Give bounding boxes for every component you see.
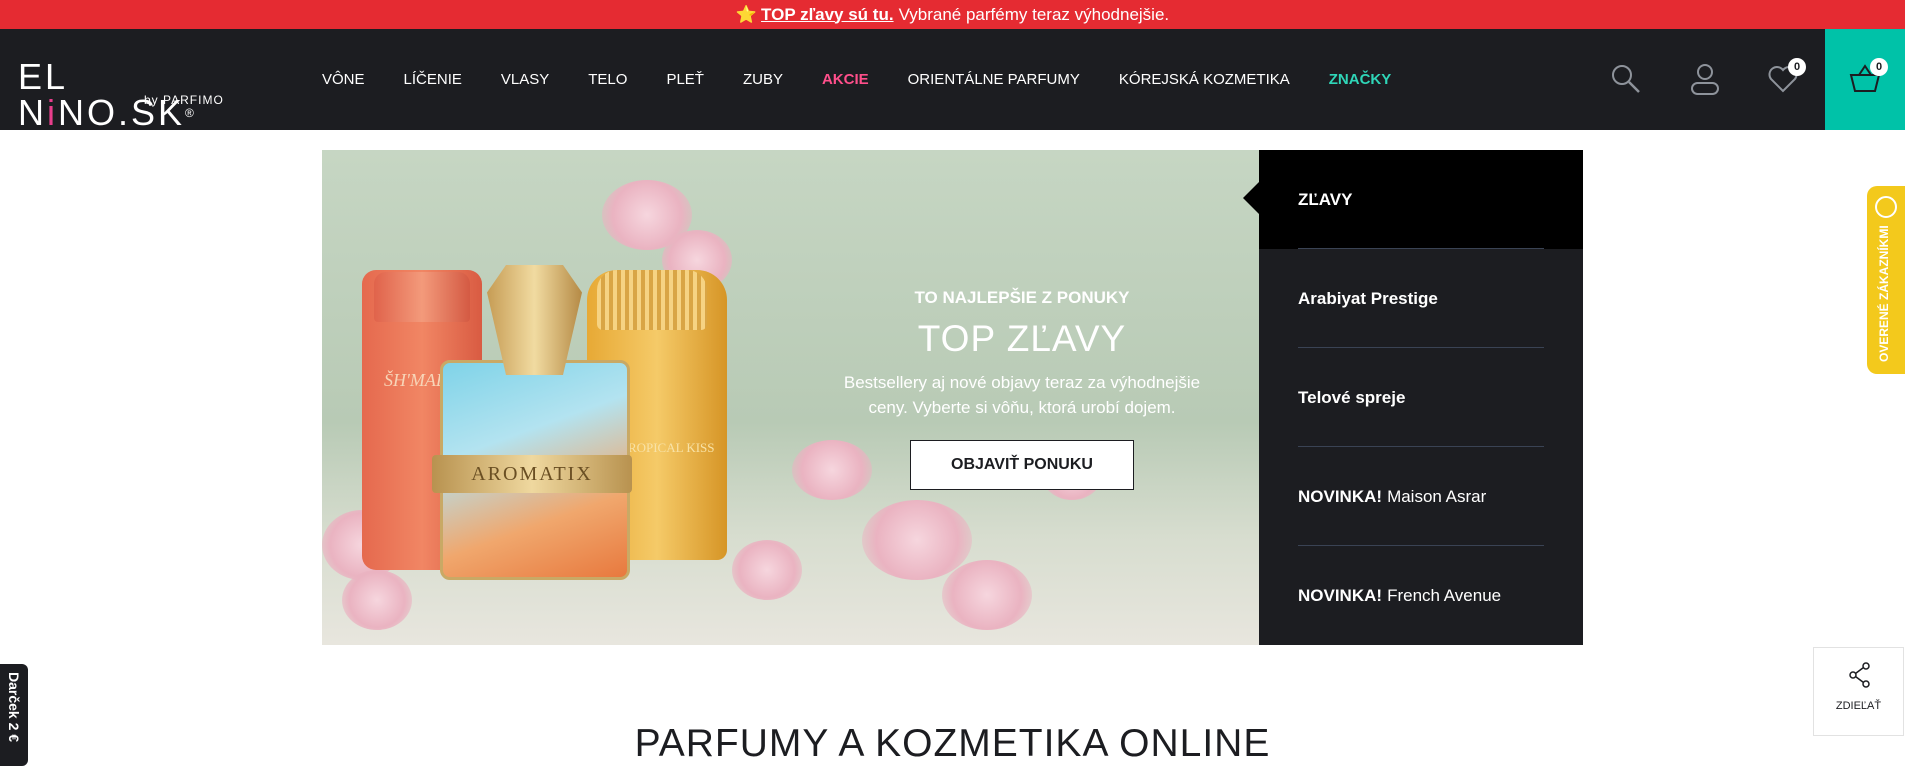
wishlist-icon[interactable]: 0 <box>1766 58 1806 96</box>
blossom-decoration <box>942 560 1032 630</box>
verified-seal-icon <box>1875 196 1897 218</box>
gold-bottle-label: TROPICAL KISS <box>620 440 715 455</box>
coral-bottle-cap <box>374 272 470 322</box>
nav-item-telo[interactable]: TELO <box>588 71 627 88</box>
hero-menu-prefix: NOVINKA! <box>1298 585 1383 605</box>
cart-button[interactable]: 0 <box>1825 29 1905 130</box>
aromatix-bottle-cap <box>487 265 582 375</box>
hero-menu-label: French Avenue <box>1387 585 1502 605</box>
hero-menu-item-arabiyat-prestige[interactable]: Arabiyat Prestige <box>1259 249 1583 348</box>
promo-bar: ⭐ TOP zľavy sú tu. Vybrané parfémy teraz… <box>0 0 1905 29</box>
share-label: ZDIEĽAŤ <box>1835 700 1882 712</box>
blossom-decoration <box>862 500 972 580</box>
verified-label: OVERENÉ ZÁKAZNÍKMI <box>1877 225 1891 363</box>
verified-customers-tab[interactable]: OVERENÉ ZÁKAZNÍKMI <box>1867 186 1905 374</box>
promo-link[interactable]: TOP zľavy sú tu. <box>761 5 894 25</box>
hero-description: Bestsellery aj nové objavy teraz za výho… <box>843 373 1201 417</box>
hero-menu-label: ZĽAVY <box>1298 189 1353 209</box>
nav-item-vlasy[interactable]: VLASY <box>501 71 549 88</box>
blossom-decoration <box>342 570 412 630</box>
gold-bottle-cap <box>597 270 707 330</box>
promo-text: Vybrané parfémy teraz výhodnejšie. <box>898 4 1170 24</box>
hero-menu-label: Arabiyat Prestige <box>1298 288 1438 308</box>
hero-menu: ZĽAVY Arabiyat Prestige Telové spreje NO… <box>1243 150 1583 645</box>
star-icon: ⭐ <box>735 4 758 24</box>
logo-registered: ® <box>185 106 197 120</box>
basket-icon: 0 <box>1848 58 1888 96</box>
account-icon[interactable] <box>1688 62 1722 96</box>
hero-menu-item-maison-asrar[interactable]: NOVINKA! Maison Asrar <box>1259 447 1583 546</box>
share-icon <box>1849 662 1870 688</box>
nav-item-plet[interactable]: PLEŤ <box>666 71 704 88</box>
nav-item-vone[interactable]: VÔNE <box>322 71 365 88</box>
hero-title: TOP ZĽAVY <box>917 318 1127 359</box>
hero-eyebrow: TO NAJLEPŠIE Z PONUKY <box>914 288 1130 307</box>
search-icon[interactable] <box>1609 62 1643 96</box>
cart-count-badge: 0 <box>1870 58 1888 76</box>
hero-menu-item-zlavy[interactable]: ZĽAVY <box>1243 150 1583 249</box>
blossom-decoration <box>732 540 802 600</box>
wishlist-count-badge: 0 <box>1788 58 1806 76</box>
hero-menu-item-telove-spreje[interactable]: Telové spreje <box>1259 348 1583 447</box>
site-logo[interactable]: EL NiNO.SK® by PARFIMO <box>18 59 248 131</box>
nav-item-znacky[interactable]: ZNAČKY <box>1329 71 1392 88</box>
main-nav: VÔNE LÍČENIE VLASY TELO PLEŤ ZUBY AKCIE … <box>322 29 1430 130</box>
hero-menu-item-french-avenue[interactable]: NOVINKA! French Avenue <box>1259 546 1583 645</box>
hero-menu-label: Telové spreje <box>1298 387 1406 407</box>
hero-banner[interactable]: ŠH'MALLO Flo TROPICAL KISS AROMATIX TO N… <box>322 150 1259 645</box>
nav-item-zuby[interactable]: ZUBY <box>743 71 783 88</box>
hero-cta-button[interactable]: OBJAVIŤ PONUKU <box>910 440 1134 490</box>
hero-content: TO NAJLEPŠIE Z PONUKY TOP ZĽAVY Bestsell… <box>842 288 1202 490</box>
site-header: EL NiNO.SK® by PARFIMO VÔNE LÍČENIE VLAS… <box>0 29 1905 131</box>
logo-pin: i <box>47 92 58 133</box>
nav-item-licenie[interactable]: LÍČENIE <box>404 71 462 88</box>
nav-item-orientalne-parfumy[interactable]: ORIENTÁLNE PARFUMY <box>908 71 1080 88</box>
nav-item-akcie[interactable]: AKCIE <box>822 71 869 88</box>
section-title: PARFUMY A KOZMETIKA ONLINE <box>634 722 1271 765</box>
nav-item-korejska-kozmetika[interactable]: KÓREJSKÁ KOZMETIKA <box>1119 71 1290 88</box>
hero-menu-prefix: NOVINKA! <box>1298 486 1383 506</box>
logo-subtitle: by PARFIMO <box>144 93 224 107</box>
hero-menu-label: Maison Asrar <box>1387 486 1487 506</box>
aromatix-bottle-plate: AROMATIX <box>432 455 632 493</box>
